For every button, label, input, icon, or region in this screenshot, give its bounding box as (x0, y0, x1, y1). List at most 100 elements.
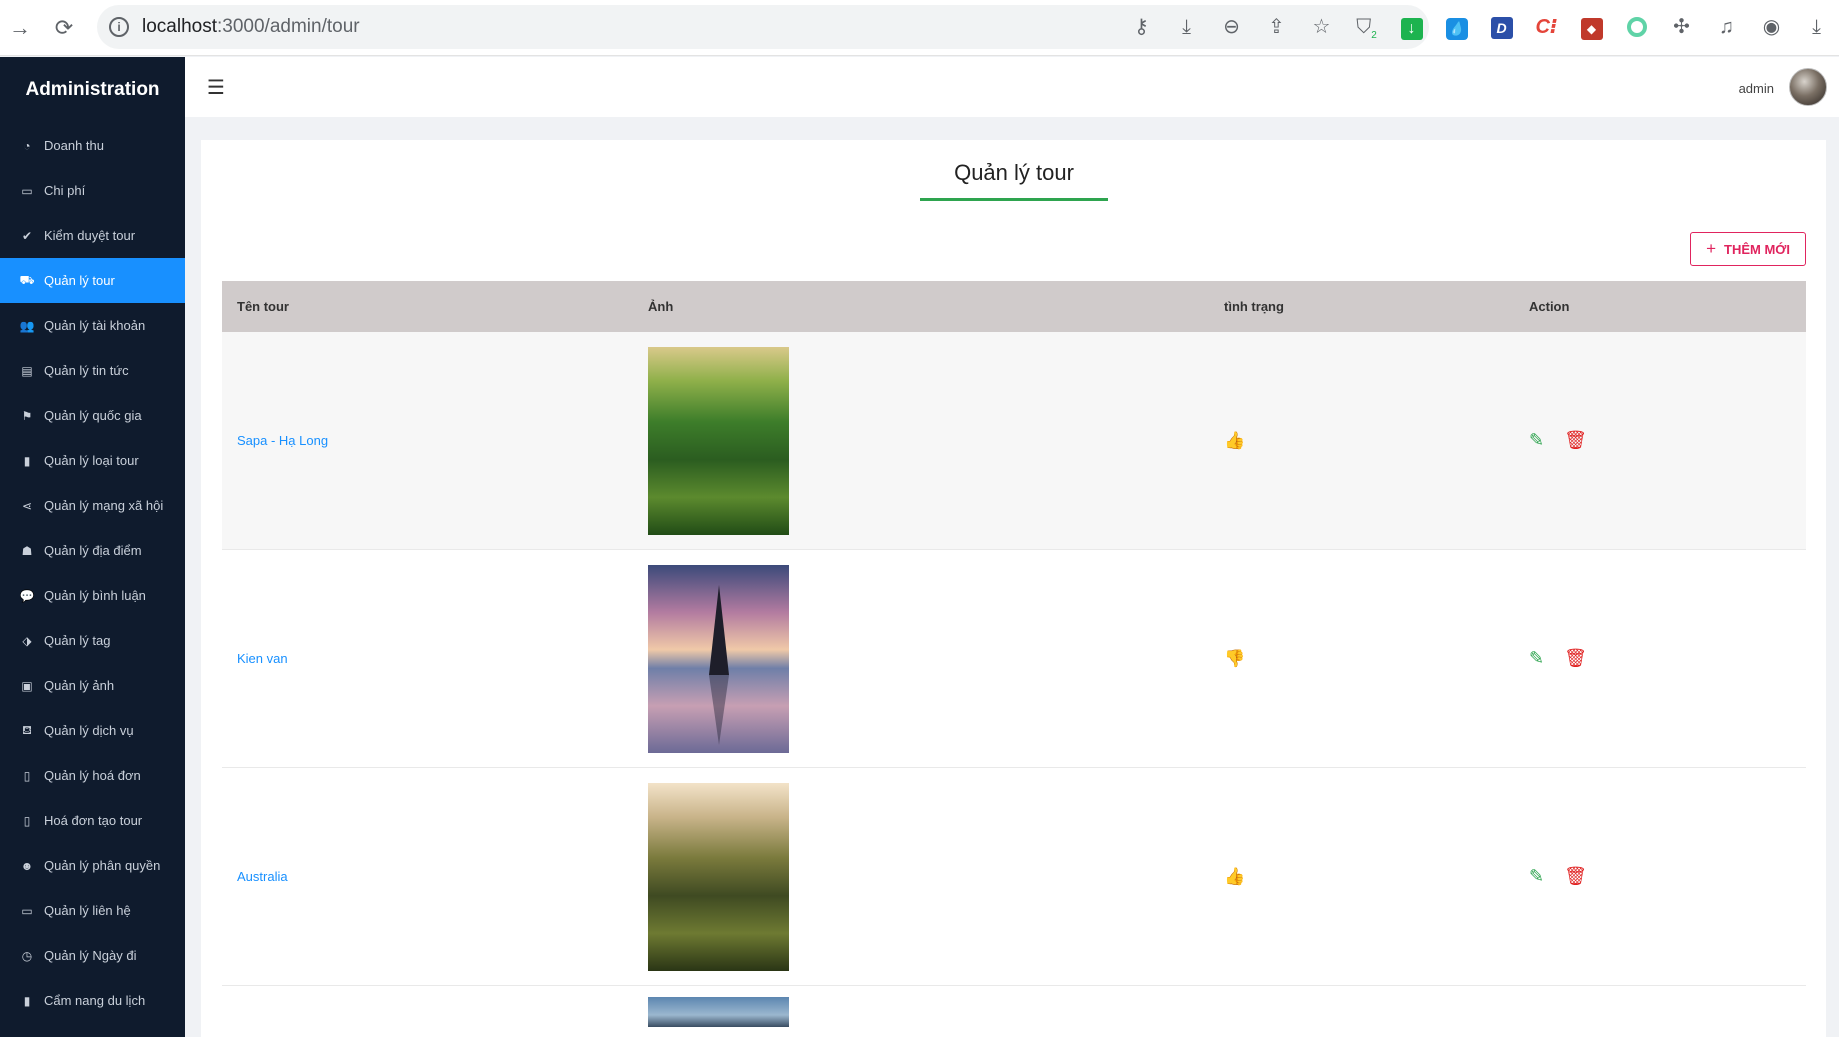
avatar[interactable] (1789, 68, 1827, 106)
sidebar-item-label: Quản lý địa điểm (44, 543, 142, 558)
sidebar-item[interactable]: ％Khuyến mãi (0, 1023, 185, 1037)
reload-icon[interactable]: ⟳ (50, 14, 78, 42)
sidebar-item[interactable]: ▮ Quản lý loại tour (0, 438, 185, 483)
edit-icon[interactable]: ✎ (1529, 866, 1544, 887)
main-content: Quản lý tour + THÊM MỚI Tên tour Ảnh tình… (201, 140, 1826, 1037)
zoom-out-icon[interactable]: ⊖ (1209, 12, 1254, 42)
site-info-icon[interactable]: i (109, 17, 129, 37)
tour-image (648, 564, 789, 753)
thumbs-up-icon[interactable]: 👍 (1224, 431, 1245, 450)
plus-icon: + (1706, 239, 1717, 258)
sidebar-item[interactable]: ☗ Quản lý địa điểm (0, 528, 185, 573)
share-icon[interactable]: ⇪ (1254, 12, 1299, 42)
sidebar-menu: ◔ Doanh thu ▭ Chi phí ✔ Kiểm duyệt tour ⛟ Quản … (0, 123, 185, 1037)
tour-image (648, 782, 789, 971)
comments-icon: 💬 (19, 588, 35, 603)
sidebar-item[interactable]: ▭ Quản lý liên hệ (0, 888, 185, 933)
sidebar-item-label: Quản lý loại tour (44, 453, 139, 468)
sidebar-item[interactable]: 👥 Quản lý tài khoản (0, 303, 185, 348)
sidebar-item-label: Quản lý quốc gia (44, 408, 142, 423)
tour-name-link[interactable]: Australia (237, 869, 288, 884)
shield-extension-icon[interactable]: ⛉2 (1344, 12, 1389, 42)
downloads-icon[interactable]: ⤓ (1794, 12, 1839, 42)
sidebar-item[interactable]: ◔ Doanh thu (0, 123, 185, 168)
tour-table: Tên tour Ảnh tình trạng Action Sapa - Hạ… (222, 281, 1806, 1037)
sidebar-item-label: Quản lý tour (44, 273, 115, 288)
credit-card-icon: ▭ (21, 183, 33, 198)
menu-collapse-icon[interactable]: ☰ (207, 75, 225, 100)
ring-extension-icon[interactable] (1614, 12, 1659, 42)
sidebar-item[interactable]: ⛟ Quản lý tour (0, 258, 185, 303)
book-icon: ▮ (23, 453, 31, 468)
sidebar-item[interactable]: ☻ Quản lý phân quyền (0, 843, 185, 888)
browser-toolbar: → ⟳ i localhost:3000/admin/tour ⚷ ⤓ ⊖ ⇪ … (0, 0, 1839, 56)
sidebar-item-label: Quản lý tag (44, 633, 111, 648)
sidebar: Administration ◔ Doanh thu ▭ Chi phí ✔ Kiểm d… (0, 57, 185, 1037)
user-name[interactable]: admin (1739, 81, 1774, 96)
column-header-status: tình trạng (1224, 299, 1284, 314)
sidebar-item[interactable]: ⋖ Quản lý mạng xã hội (0, 483, 185, 528)
sidebar-item[interactable]: ▯ Hoá đơn tạo tour (0, 798, 185, 843)
media-icon[interactable]: ♫ (1704, 12, 1749, 42)
sidebar-item[interactable]: ⚑ Quản lý quốc gia (0, 393, 185, 438)
download-extension-icon[interactable]: ↓ (1389, 12, 1434, 42)
sidebar-item-label: Cẩm nang du lịch (44, 993, 146, 1008)
sidebar-item[interactable]: ▣ Quản lý ảnh (0, 663, 185, 708)
sidebar-item[interactable]: ▤ Quản lý tin tức (0, 348, 185, 393)
users-icon: 👥 (19, 318, 35, 333)
edit-icon[interactable]: ✎ (1529, 430, 1544, 451)
sidebar-item[interactable]: ◷ Quản lý Ngày đi (0, 933, 185, 978)
sitemap-icon: ☗ (21, 543, 33, 558)
table-header: Tên tour Ảnh tình trạng Action (222, 281, 1806, 332)
bookmark-star-icon[interactable]: ☆ (1299, 12, 1344, 42)
puzzle-icon[interactable]: ✣ (1659, 12, 1704, 42)
sidebar-item[interactable]: ⛾ Quản lý dịch vụ (0, 708, 185, 753)
tour-image (648, 346, 789, 535)
file-invoice-icon: ▯ (23, 813, 31, 828)
trash-icon[interactable]: 🗑 (1564, 866, 1587, 887)
column-header-name: Tên tour (237, 299, 289, 314)
top-header: ☰ admin (185, 57, 1839, 117)
url-text[interactable]: localhost:3000/admin/tour (142, 16, 360, 38)
share-icon: ⋖ (21, 498, 33, 513)
sidebar-item[interactable]: ▮ Cẩm nang du lịch (0, 978, 185, 1023)
sidebar-item[interactable]: ⬗ Quản lý tag (0, 618, 185, 663)
sidebar-item[interactable]: ▭ Chi phí (0, 168, 185, 213)
thumbs-down-icon[interactable]: 👎 (1224, 649, 1245, 668)
dashboard-icon: ◔ (23, 138, 31, 153)
thumbs-up-icon[interactable]: 👍 (1224, 867, 1245, 886)
key-icon[interactable]: ⚷ (1119, 12, 1164, 42)
profile-icon[interactable]: ◉ (1749, 12, 1794, 42)
concierge-icon: ⛾ (22, 722, 32, 737)
column-header-image: Ảnh (648, 299, 674, 314)
add-new-button[interactable]: + THÊM MỚI (1690, 232, 1806, 266)
sidebar-item-label: Quản lý tin tức (44, 363, 129, 378)
sidebar-item-label: Quản lý mạng xã hội (44, 498, 164, 513)
sidebar-item[interactable]: ✔ Kiểm duyệt tour (0, 213, 185, 258)
sidebar-item[interactable]: 💬 Quản lý bình luận (0, 573, 185, 618)
clock-icon: ◷ (21, 948, 33, 963)
d-extension-icon[interactable]: D (1479, 12, 1524, 42)
sidebar-item-label: Chi phí (44, 183, 86, 198)
column-header-action: Action (1529, 299, 1570, 314)
table-row: Kien van 👎 ✎ 🗑 (222, 550, 1806, 768)
tour-name-link[interactable]: Sapa - Hạ Long (237, 433, 328, 448)
tag-icon: ⬗ (22, 633, 32, 648)
table-row: Australia 👍 ✎ 🗑 (222, 768, 1806, 986)
sidebar-item-label: Quản lý tài khoản (44, 318, 146, 333)
tour-name-link[interactable]: Kien van (237, 651, 288, 666)
sidebar-item-label: Quản lý phân quyền (44, 858, 161, 873)
red-extension-icon[interactable]: ◆ (1569, 12, 1614, 42)
sidebar-item-label: Quản lý bình luận (44, 588, 146, 603)
c-extension-icon[interactable]: C⁝ (1524, 12, 1569, 42)
install-app-icon[interactable]: ⤓ (1164, 12, 1209, 42)
drop-extension-icon[interactable]: 💧 (1434, 12, 1479, 42)
back-arrow-icon[interactable]: → (6, 14, 34, 42)
trash-icon[interactable]: 🗑 (1564, 430, 1587, 451)
edit-icon[interactable]: ✎ (1529, 648, 1544, 669)
table-row (222, 986, 1806, 1037)
trash-icon[interactable]: 🗑 (1564, 648, 1587, 669)
cart-icon: ⛟ (19, 272, 35, 287)
sidebar-item[interactable]: ▯ Quản lý hoá đơn (0, 753, 185, 798)
page-title: Quản lý tour (920, 160, 1108, 201)
